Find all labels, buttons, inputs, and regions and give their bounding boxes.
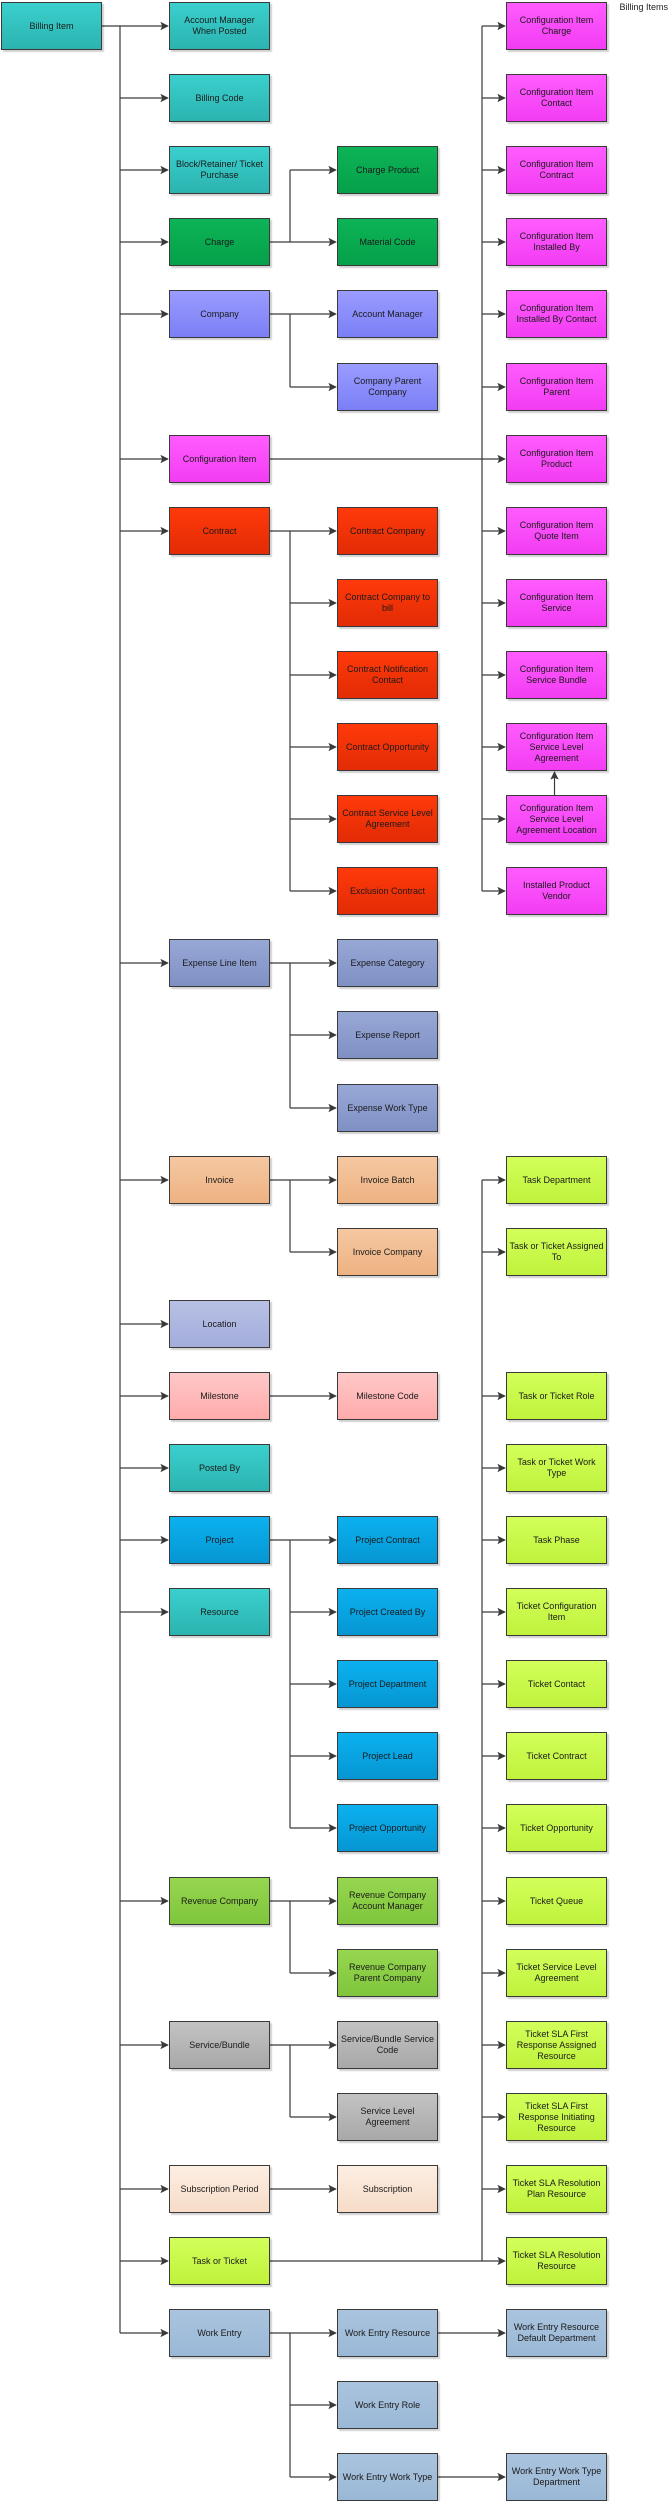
node-invoice-company[interactable]: Invoice Company <box>337 1228 438 1276</box>
node-configuration-item[interactable]: Configuration Item <box>169 435 270 483</box>
node-ci-sla[interactable]: Configuration Item Service Level Agreeme… <box>506 723 607 771</box>
node-service-bundle-service-code[interactable]: Service/Bundle Service Code <box>337 2021 438 2069</box>
node-material-code[interactable]: Material Code <box>337 218 438 266</box>
node-work-entry-work-type[interactable]: Work Entry Work Type <box>337 2453 438 2501</box>
node-project-department[interactable]: Project Department <box>337 1660 438 1708</box>
node-charge-product[interactable]: Charge Product <box>337 146 438 194</box>
node-ticket-sla-resolution-resource[interactable]: Ticket SLA Resolution Resource <box>506 2237 607 2285</box>
node-posted-by[interactable]: Posted By <box>169 1444 270 1492</box>
node-ci-parent[interactable]: Configuration Item Parent <box>506 363 607 411</box>
node-block-retainer-ticket-purchase[interactable]: Block/Retainer/ Ticket Purchase <box>169 146 270 194</box>
node-service-level-agreement[interactable]: Service Level Agreement <box>337 2093 438 2141</box>
node-project-lead[interactable]: Project Lead <box>337 1732 438 1780</box>
node-ticket-opportunity[interactable]: Ticket Opportunity <box>506 1804 607 1852</box>
node-ticket-sla-first-response-initiating-resource[interactable]: Ticket SLA First Response Initiating Res… <box>506 2093 607 2141</box>
node-project-opportunity[interactable]: Project Opportunity <box>337 1804 438 1852</box>
node-task-or-ticket-work-type[interactable]: Task or Ticket Work Type <box>506 1444 607 1492</box>
node-project-created-by[interactable]: Project Created By <box>337 1588 438 1636</box>
node-ticket-sla-resolution-plan-resource[interactable]: Ticket SLA Resolution Plan Resource <box>506 2165 607 2213</box>
node-charge[interactable]: Charge <box>169 218 270 266</box>
node-subscription[interactable]: Subscription <box>337 2165 438 2213</box>
node-ci-contact[interactable]: Configuration Item Contact <box>506 74 607 122</box>
node-location[interactable]: Location <box>169 1300 270 1348</box>
node-ticket-queue[interactable]: Ticket Queue <box>506 1877 607 1925</box>
node-ticket-service-level-agreement[interactable]: Ticket Service Level Agreement <box>506 1949 607 1997</box>
node-invoice[interactable]: Invoice <box>169 1156 270 1204</box>
node-task-or-ticket[interactable]: Task or Ticket <box>169 2237 270 2285</box>
node-work-entry-resource[interactable]: Work Entry Resource <box>337 2309 438 2357</box>
node-invoice-batch[interactable]: Invoice Batch <box>337 1156 438 1204</box>
node-expense-category[interactable]: Expense Category <box>337 939 438 987</box>
node-milestone[interactable]: Milestone <box>169 1372 270 1420</box>
node-ci-installed-by[interactable]: Configuration Item Installed By <box>506 218 607 266</box>
node-contract-notification-contact[interactable]: Contract Notification Contact <box>337 651 438 699</box>
node-work-entry-work-type-department[interactable]: Work Entry Work Type Department <box>506 2453 607 2501</box>
node-billing-code[interactable]: Billing Code <box>169 74 270 122</box>
node-service-bundle[interactable]: Service/Bundle <box>169 2021 270 2069</box>
node-task-or-ticket-role[interactable]: Task or Ticket Role <box>506 1372 607 1420</box>
node-contract-service-level-agreement[interactable]: Contract Service Level Agreement <box>337 795 438 843</box>
node-work-entry-resource-default-department[interactable]: Work Entry Resource Default Department <box>506 2309 607 2357</box>
node-task-phase[interactable]: Task Phase <box>506 1516 607 1564</box>
node-expense-line-item[interactable]: Expense Line Item <box>169 939 270 987</box>
node-ci-sla-location[interactable]: Configuration Item Service Level Agreeme… <box>506 795 607 843</box>
node-company[interactable]: Company <box>169 290 270 338</box>
node-ci-service[interactable]: Configuration Item Service <box>506 579 607 627</box>
node-ticket-sla-first-response-assigned-resource[interactable]: Ticket SLA First Response Assigned Resou… <box>506 2021 607 2069</box>
node-ci-service-bundle[interactable]: Configuration Item Service Bundle <box>506 651 607 699</box>
node-ci-installed-by-contact[interactable]: Configuration Item Installed By Contact <box>506 290 607 338</box>
node-revenue-company[interactable]: Revenue Company <box>169 1877 270 1925</box>
node-work-entry[interactable]: Work Entry <box>169 2309 270 2357</box>
node-work-entry-role[interactable]: Work Entry Role <box>337 2381 438 2429</box>
node-account-manager[interactable]: Account Manager <box>337 290 438 338</box>
node-ci-charge[interactable]: Configuration Item Charge <box>506 2 607 50</box>
node-contract-opportunity[interactable]: Contract Opportunity <box>337 723 438 771</box>
node-project[interactable]: Project <box>169 1516 270 1564</box>
node-ticket-contract[interactable]: Ticket Contract <box>506 1732 607 1780</box>
node-contract-company[interactable]: Contract Company <box>337 507 438 555</box>
node-resource[interactable]: Resource <box>169 1588 270 1636</box>
node-company-parent-company[interactable]: Company Parent Company <box>337 363 438 411</box>
node-billing-item[interactable]: Billing Item <box>1 2 102 50</box>
node-account-manager-when-posted[interactable]: Account Manager When Posted <box>169 2 270 50</box>
node-subscription-period[interactable]: Subscription Period <box>169 2165 270 2213</box>
node-revenue-company-account-manager[interactable]: Revenue Company Account Manager <box>337 1877 438 1925</box>
node-contract[interactable]: Contract <box>169 507 270 555</box>
node-task-or-ticket-assigned-to[interactable]: Task or Ticket Assigned To <box>506 1228 607 1276</box>
node-contract-company-to-bill[interactable]: Contract Company to bill <box>337 579 438 627</box>
node-task-department[interactable]: Task Department <box>506 1156 607 1204</box>
node-milestone-code[interactable]: Milestone Code <box>337 1372 438 1420</box>
node-project-contract[interactable]: Project Contract <box>337 1516 438 1564</box>
node-expense-report[interactable]: Expense Report <box>337 1011 438 1059</box>
node-ci-contract[interactable]: Configuration Item Contract <box>506 146 607 194</box>
node-ci-quote-item[interactable]: Configuration Item Quote Item <box>506 507 607 555</box>
node-expense-work-type[interactable]: Expense Work Type <box>337 1084 438 1132</box>
node-revenue-company-parent-company[interactable]: Revenue Company Parent Company <box>337 1949 438 1997</box>
node-exclusion-contract[interactable]: Exclusion Contract <box>337 867 438 915</box>
node-ticket-contact[interactable]: Ticket Contact <box>506 1660 607 1708</box>
node-ci-product[interactable]: Configuration Item Product <box>506 435 607 483</box>
node-ticket-configuration-item[interactable]: Ticket Configuration Item <box>506 1588 607 1636</box>
node-installed-product-vendor[interactable]: Installed Product Vendor <box>506 867 607 915</box>
